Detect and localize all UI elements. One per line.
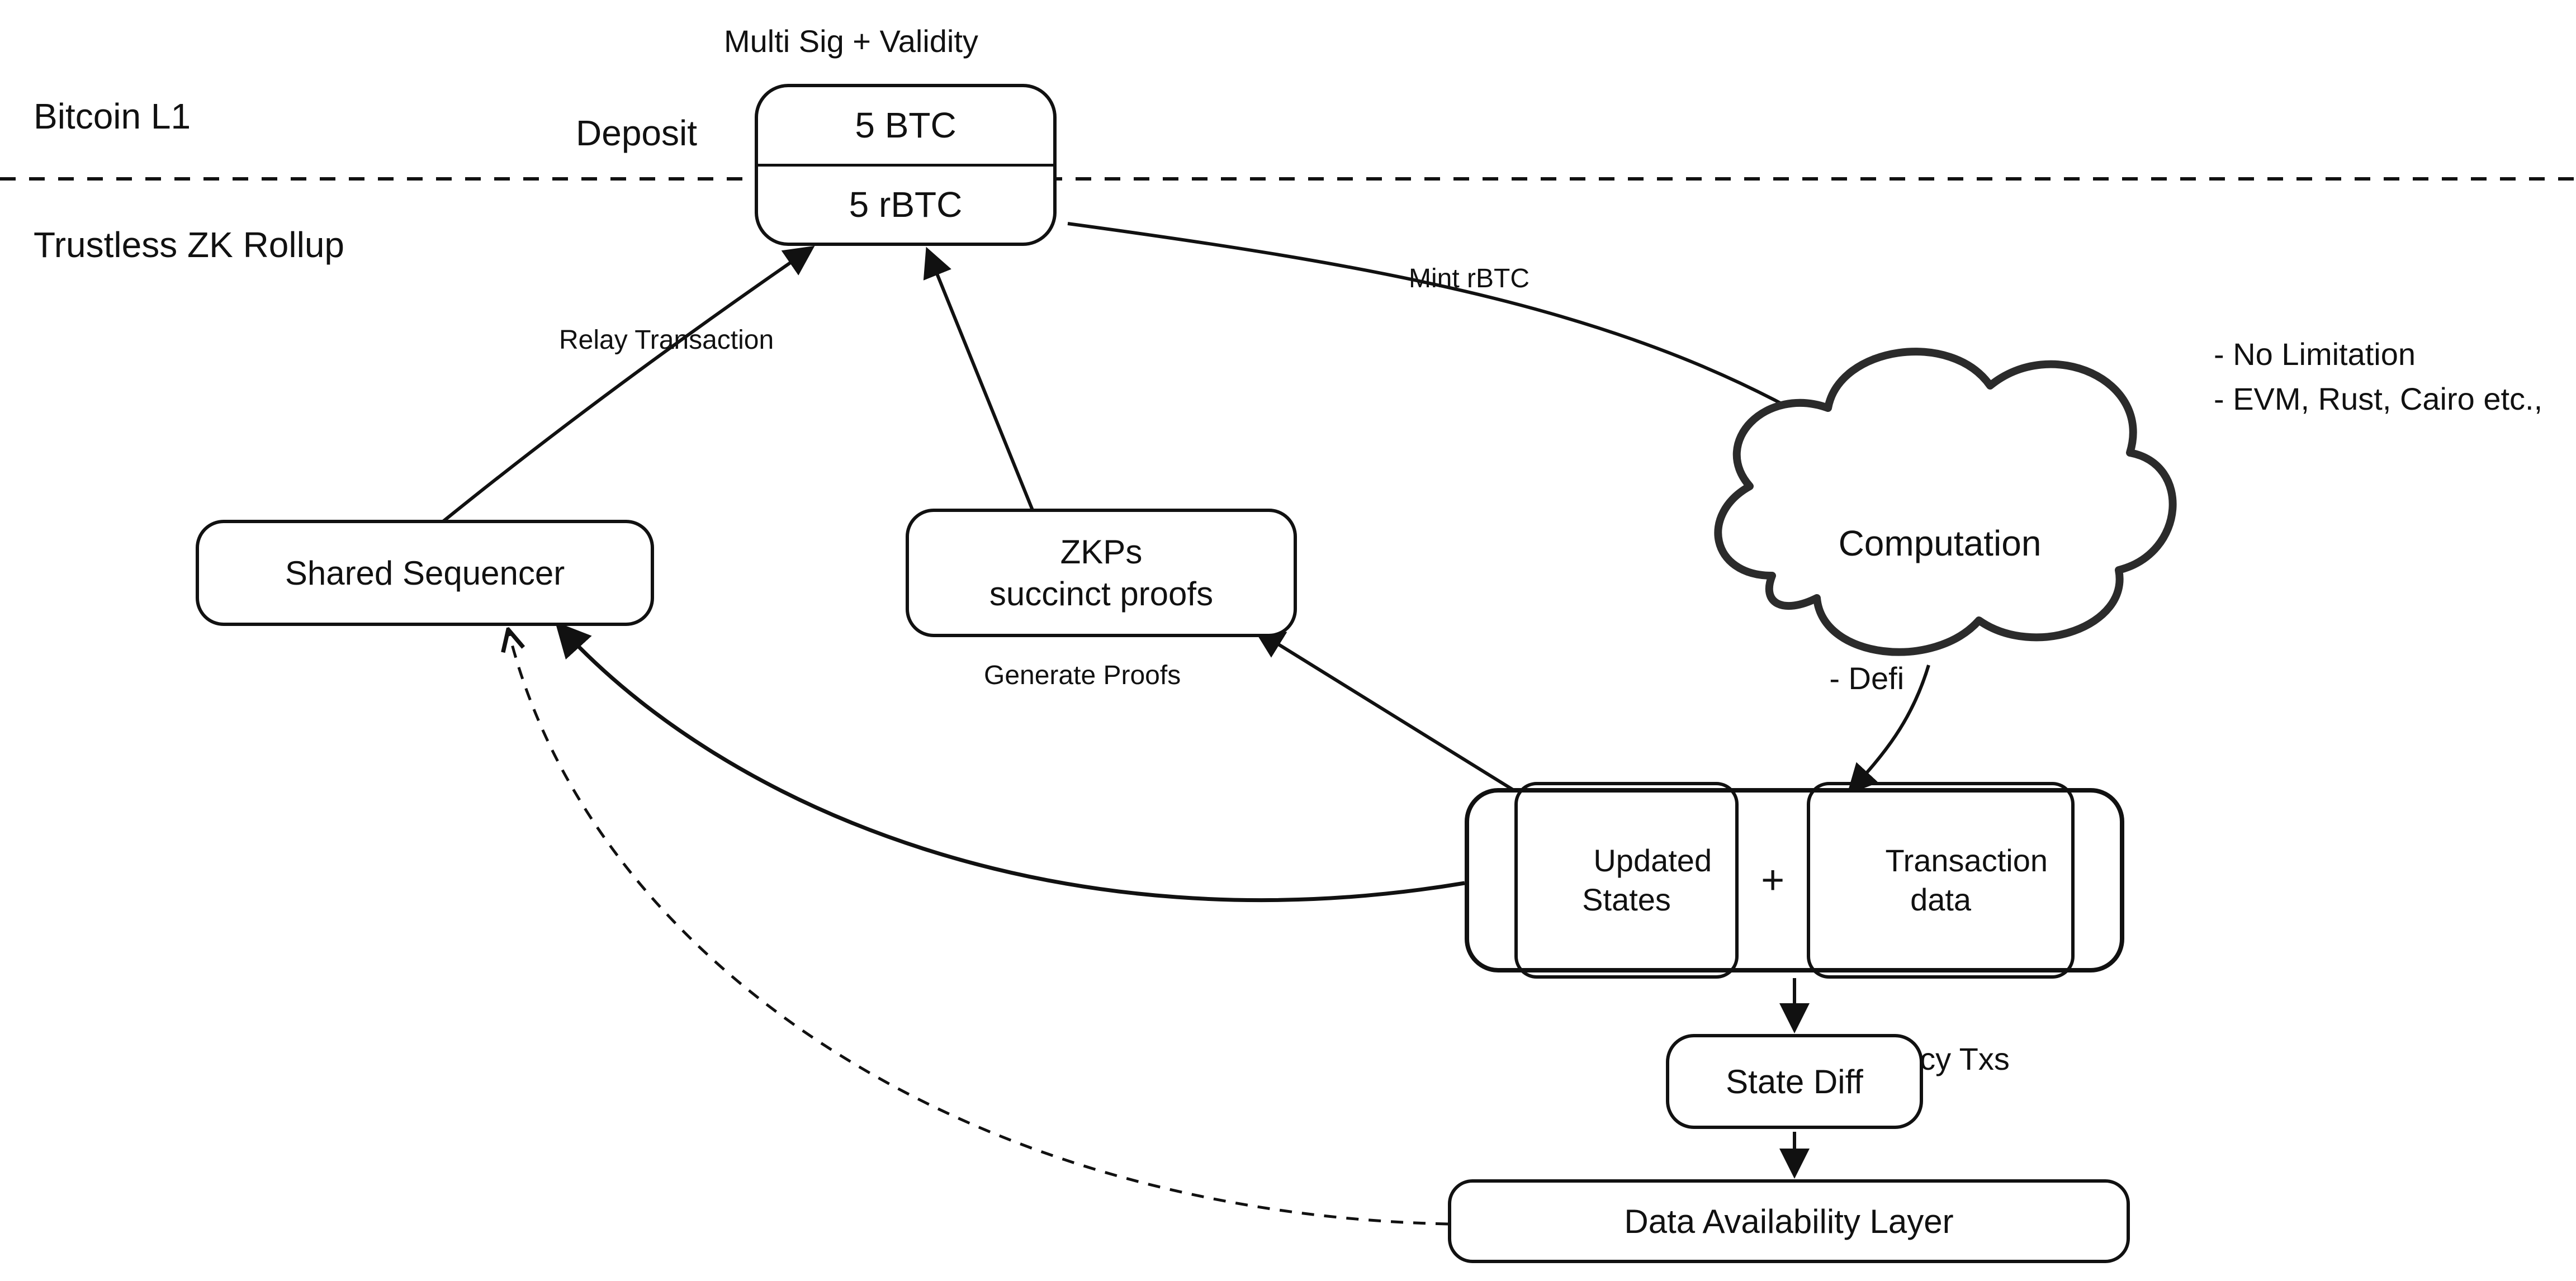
tx-data-label: Transaction data bbox=[1885, 843, 2048, 917]
da-layer-label: Data Availability Layer bbox=[1624, 1201, 1953, 1242]
edge-label-mint: Mint rBTC bbox=[1409, 263, 1530, 295]
cloud-title: Computation bbox=[1829, 519, 2050, 567]
cloud-side-note-0: - No Limitation bbox=[2214, 335, 2416, 373]
updated-states-label: Updated States bbox=[1582, 843, 1712, 917]
deposit-rbtc-value: 5 rBTC bbox=[758, 167, 1053, 243]
cloud-item-0: - Defi bbox=[1829, 657, 2050, 700]
deposit-side-label: Deposit bbox=[576, 112, 697, 155]
updated-states-box: Updated States bbox=[1514, 782, 1739, 979]
zkp-node: ZKPs succinct proofs bbox=[906, 509, 1297, 637]
deposit-box: 5 BTC 5 rBTC bbox=[755, 84, 1057, 246]
cloud-side-note-1: - EVM, Rust, Cairo etc., bbox=[2214, 380, 2542, 417]
states-plus: + bbox=[1750, 857, 1796, 903]
state-diff-node: State Diff bbox=[1666, 1034, 1923, 1129]
shared-sequencer-label: Shared Sequencer bbox=[285, 552, 565, 594]
computation-cloud: Computation - Defi - Liquidity Pools - S… bbox=[1688, 313, 2191, 671]
tx-data-box: Transaction data bbox=[1807, 782, 2075, 979]
layer-label-l2: Trustless ZK Rollup bbox=[34, 224, 344, 267]
deposit-btc-value: 5 BTC bbox=[758, 87, 1053, 164]
states-container: Updated States + Transaction data bbox=[1465, 788, 2124, 972]
edge-label-relay: Relay Transaction bbox=[559, 324, 774, 357]
zkp-label: ZKPs succinct proofs bbox=[989, 531, 1213, 615]
deposit-top-caption: Multi Sig + Validity bbox=[724, 22, 978, 60]
shared-sequencer-node: Shared Sequencer bbox=[196, 520, 654, 626]
layer-label-l1: Bitcoin L1 bbox=[34, 95, 191, 138]
state-diff-label: State Diff bbox=[1726, 1061, 1863, 1103]
edge-label-generate: Generate Proofs bbox=[984, 660, 1181, 692]
da-layer-node: Data Availability Layer bbox=[1448, 1179, 2130, 1263]
